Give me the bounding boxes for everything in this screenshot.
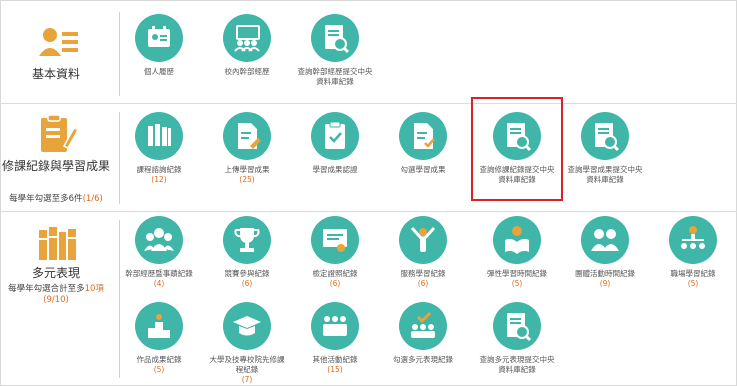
podium-icon bbox=[148, 314, 170, 338]
highlight-box bbox=[471, 97, 563, 201]
item-competition[interactable]: 競賽參與紀錄 (6) bbox=[208, 216, 286, 289]
item-label: 服務學習紀錄 bbox=[400, 269, 446, 278]
item-count: (25) bbox=[239, 175, 255, 184]
item-course-consult[interactable]: 課程諮詢紀錄 (12) bbox=[120, 112, 198, 185]
clipboard-check-icon bbox=[325, 121, 345, 149]
section-course-title: 修課紀錄與學習成果 bbox=[1, 159, 110, 173]
resume-icon bbox=[148, 26, 170, 47]
item-query-results-db[interactable]: 查詢學習成果提交中央資料庫紀錄 bbox=[566, 112, 644, 185]
item-label: 查詢學習成果提交中央資料庫紀錄 bbox=[567, 165, 643, 184]
item-personal-resume[interactable]: 個人履歷 bbox=[120, 14, 198, 77]
books-icon bbox=[148, 124, 171, 146]
item-upload-results[interactable]: 上傳學習成果 (25) bbox=[208, 112, 286, 185]
item-label: 課程諮詢紀錄 bbox=[136, 165, 182, 174]
trophy-icon bbox=[234, 228, 260, 252]
quota-prefix: 每學年勾選合計至多 bbox=[8, 284, 85, 294]
quota-count: (9/10) bbox=[43, 295, 69, 305]
item-workplace-learning[interactable]: 職場學習紀錄 (5) bbox=[654, 216, 732, 289]
id-card-icon bbox=[39, 28, 78, 56]
item-count: (5) bbox=[153, 365, 165, 374]
item-label: 其他活動紀錄 bbox=[312, 355, 358, 364]
item-cadre-deeds[interactable]: 幹部經歷暨事蹟紀錄 (4) bbox=[120, 216, 198, 289]
item-count: (6) bbox=[417, 279, 429, 288]
item-select-diverse[interactable]: 勾選多元表現紀錄 bbox=[384, 302, 462, 365]
team-icon bbox=[591, 229, 619, 251]
item-count: (12) bbox=[151, 175, 167, 184]
item-label: 作品成果紀錄 bbox=[136, 355, 182, 364]
item-service-learning[interactable]: 服務學習紀錄 (6) bbox=[384, 216, 462, 289]
org-chart-icon bbox=[681, 226, 705, 249]
item-school-cadre[interactable]: 校內幹部經歷 bbox=[208, 14, 286, 77]
item-label: 職場學習紀錄 bbox=[670, 269, 716, 278]
item-label: 勾選多元表現紀錄 bbox=[393, 355, 453, 364]
item-label: 校內幹部經歷 bbox=[224, 67, 270, 76]
item-label: 查詢多元表現提交中央資料庫紀錄 bbox=[479, 355, 555, 374]
item-label: 檢定證照紀錄 bbox=[312, 269, 358, 278]
leader-group-icon bbox=[144, 228, 174, 251]
item-select-results[interactable]: 勾選學習成果 bbox=[384, 112, 462, 175]
item-count: (6) bbox=[329, 279, 341, 288]
item-label: 彈性學習時間紀錄 (5) bbox=[487, 269, 547, 288]
item-count: (7) bbox=[241, 375, 253, 384]
document-check-icon bbox=[414, 123, 435, 149]
group-board-icon bbox=[234, 25, 260, 52]
section-basic-title: 基本資料 bbox=[31, 67, 80, 81]
item-label: 競賽參與紀錄 bbox=[224, 269, 270, 278]
item-count: (5) bbox=[687, 279, 699, 288]
item-label: 團體活動時間紀錄 (9) bbox=[575, 269, 635, 288]
item-label: 個人履歷 bbox=[144, 67, 174, 76]
audience-icon bbox=[323, 316, 347, 336]
item-works-results[interactable]: 作品成果紀錄 (5) bbox=[120, 302, 198, 375]
document-search-icon bbox=[325, 25, 350, 54]
item-label: 勾選學習成果 bbox=[400, 165, 446, 174]
quota-limit: 6件 bbox=[68, 194, 83, 204]
section-course-quota: 每學年勾選至多6件(1/6) bbox=[0, 194, 112, 205]
item-query-diverse-db[interactable]: 查詢多元表現提交中央資料庫紀錄 bbox=[478, 302, 556, 375]
books-shelf-icon bbox=[39, 227, 76, 260]
certificate-icon bbox=[323, 229, 347, 252]
item-label: 學習成果認證 bbox=[312, 165, 358, 174]
item-results-cert[interactable]: 學習成果認證 bbox=[296, 112, 374, 175]
quota-count: (1/6) bbox=[82, 194, 103, 204]
group-check-icon bbox=[411, 311, 435, 338]
item-group-activity[interactable]: 團體活動時間紀錄 (9) bbox=[566, 216, 644, 289]
item-label: 上傳學習成果 bbox=[224, 165, 270, 174]
item-count: (6) bbox=[241, 279, 253, 288]
item-flexible-learning[interactable]: 彈性學習時間紀錄 (5) bbox=[478, 216, 556, 289]
reading-person-icon bbox=[505, 226, 529, 254]
quota-limit: 10項 bbox=[84, 284, 104, 294]
document-search-icon bbox=[507, 313, 532, 342]
item-query-cadre-db[interactable]: 查詢幹部經歷提交中央資料庫紀錄 bbox=[296, 14, 374, 87]
clipboard-pencil-icon bbox=[41, 114, 80, 152]
item-certificates[interactable]: 檢定證照紀錄 (6) bbox=[296, 216, 374, 289]
item-label: 幹部經歷暨事蹟紀錄 (4) bbox=[125, 269, 193, 288]
document-edit-icon bbox=[238, 123, 261, 149]
document-search-icon bbox=[595, 123, 620, 152]
item-label: 查詢幹部經歷提交中央資料庫紀錄 bbox=[297, 67, 373, 86]
graduation-cap-icon bbox=[233, 316, 261, 336]
section-diverse-quota: 每學年勾選合計至多10項 (9/10) bbox=[0, 284, 112, 306]
quota-prefix: 每學年勾選至多 bbox=[9, 194, 69, 204]
item-other-activities[interactable]: 其他活動紀錄 (15) bbox=[296, 302, 374, 375]
item-label: 大學及技專校院先修課程紀錄 bbox=[209, 355, 285, 374]
item-count: (15) bbox=[327, 365, 343, 374]
item-advanced-courses[interactable]: 大學及技專校院先修課程紀錄 (7) bbox=[208, 302, 286, 385]
section-diverse-title: 多元表現 bbox=[31, 266, 80, 280]
cheering-person-icon bbox=[410, 226, 436, 252]
